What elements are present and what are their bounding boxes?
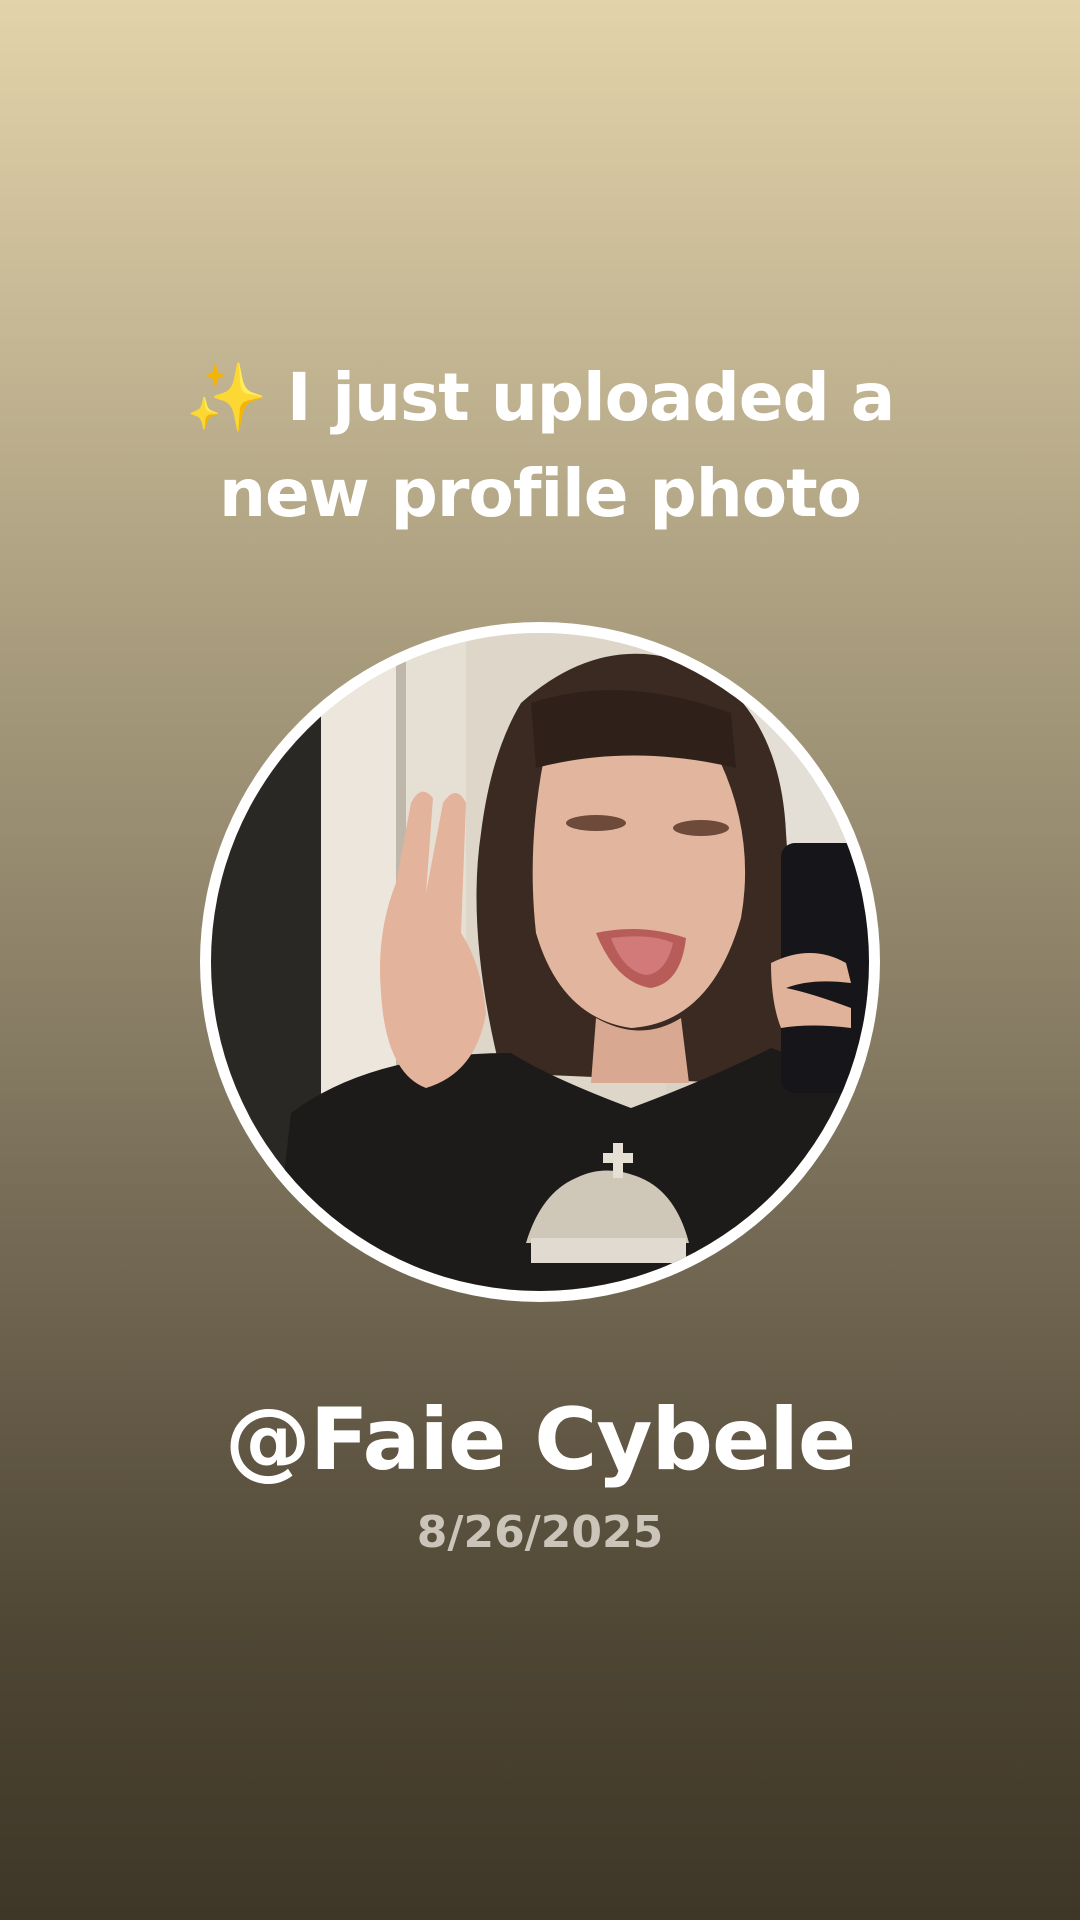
- avatar-ring: [200, 622, 880, 1302]
- profile-photo[interactable]: [211, 633, 869, 1291]
- headline: ✨ I just uploaded a new profile photo: [0, 350, 1080, 542]
- profile-photo-image: [211, 633, 869, 1291]
- post-date: 8/26/2025: [416, 1507, 664, 1558]
- username[interactable]: @Faie Cybele: [0, 1390, 1080, 1490]
- headline-text-1: I just uploaded a: [286, 359, 895, 436]
- sparkles-icon: ✨: [185, 359, 268, 436]
- headline-line-2: new profile photo: [218, 455, 862, 532]
- headline-line-1: ✨ I just uploaded a: [0, 350, 1080, 446]
